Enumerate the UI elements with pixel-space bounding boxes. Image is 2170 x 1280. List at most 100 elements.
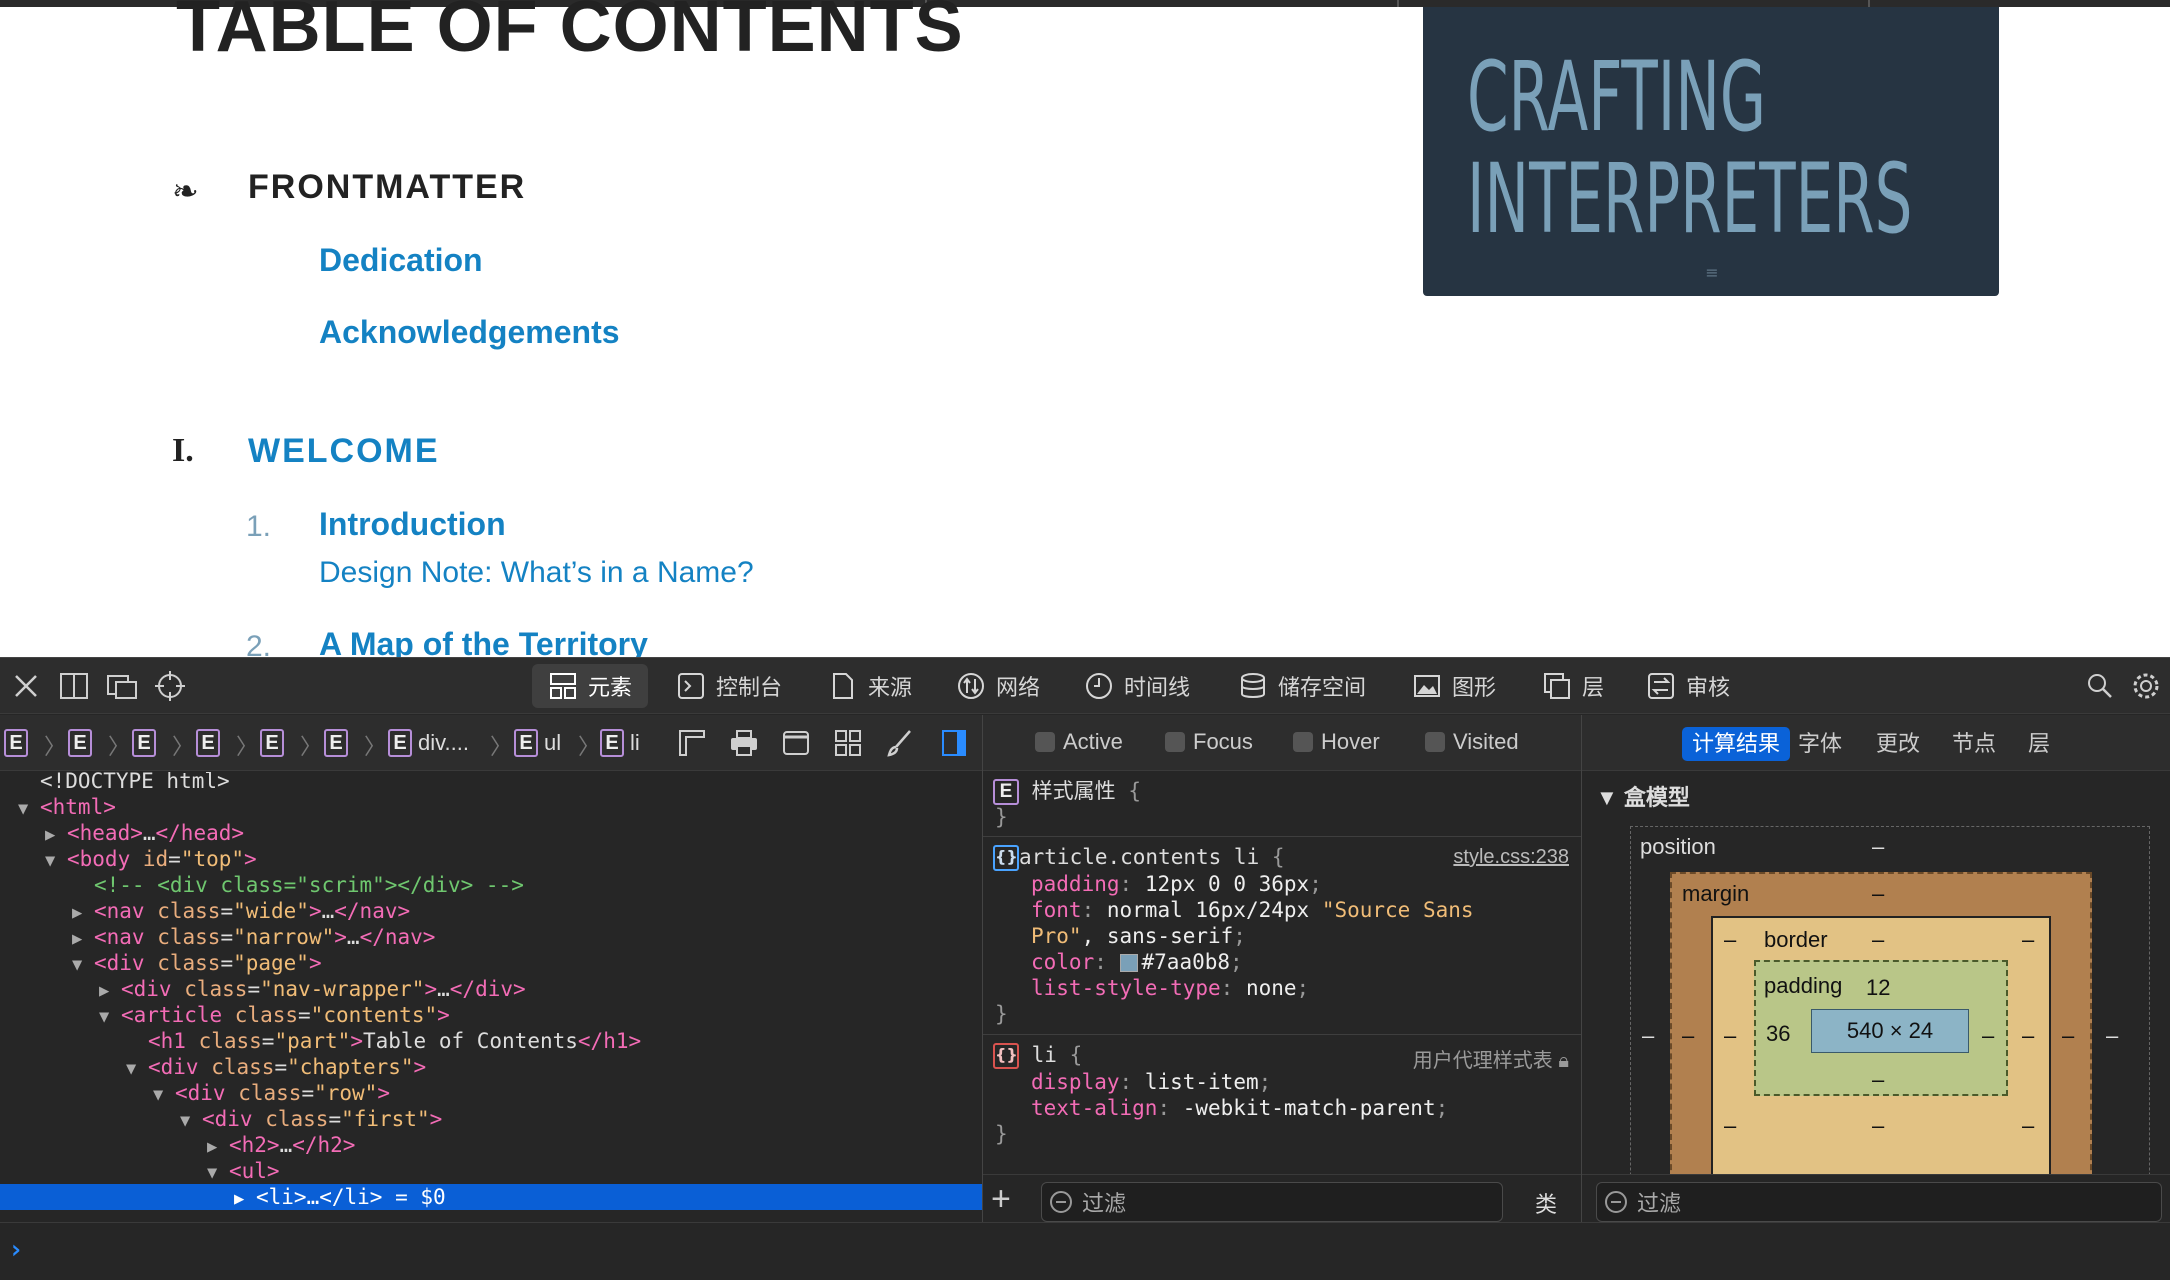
dom-node[interactable]: ▼ <article class="contents"> <box>0 1002 982 1028</box>
close-icon[interactable] <box>8 668 44 704</box>
expand-triangle-icon[interactable]: ▶ <box>72 900 94 926</box>
dom-node[interactable]: <!-- <div class="scrim"></div> --> <box>0 872 982 898</box>
rule-selector: article.contents li <box>1019 845 1260 869</box>
collapse-triangle-icon[interactable]: ▼ <box>153 1082 175 1108</box>
dom-node[interactable]: ▼ <ul> <box>0 1158 982 1184</box>
filter-placeholder: 过滤 <box>1082 1191 1127 1216</box>
add-rule-button[interactable]: + <box>991 1181 1011 1217</box>
tab-computed[interactable]: 计算结果 <box>1682 727 1791 761</box>
link-acknowledgements[interactable]: Acknowledgements <box>319 314 620 351</box>
checkbox-hover[interactable]: Hover <box>1293 729 1380 755</box>
collapse-triangle-icon[interactable]: ▼ <box>45 848 67 874</box>
padding-bottom-value[interactable]: – <box>1872 1067 1884 1093</box>
padding-left-value[interactable]: 36 <box>1766 1021 1790 1047</box>
tab-timelines[interactable]: 时间线 <box>1068 664 1206 708</box>
dom-node[interactable]: ▶<li>…</li> <box>0 1210 982 1212</box>
compositing-icon[interactable] <box>780 727 812 759</box>
tab-layers-sidebar[interactable]: 层 <box>2018 727 2060 761</box>
collapse-triangle-icon[interactable]: ▼ <box>207 1160 229 1186</box>
dom-token: … <box>142 821 156 845</box>
padding-top-value[interactable]: 12 <box>1866 975 1890 1001</box>
breadcrumb-item[interactable]: E <box>324 729 348 757</box>
collapse-triangle-icon[interactable]: ▼ <box>99 1004 121 1030</box>
link-dedication[interactable]: Dedication <box>319 242 483 279</box>
dom-node[interactable]: ▼ <body id="top"> <box>0 846 982 872</box>
dom-node[interactable]: ▶ <h2>…</h2> <box>0 1132 982 1158</box>
box-model-section-header[interactable]: ▼ 盒模型 <box>1596 780 1690 812</box>
rule-source-link[interactable]: style.css:238 <box>1453 846 1569 869</box>
gear-icon[interactable] <box>2128 668 2164 704</box>
tab-node[interactable]: 节点 <box>1942 727 2006 761</box>
breadcrumb-item[interactable]: E <box>260 729 284 757</box>
part-welcome-link[interactable]: WELCOME <box>248 432 440 471</box>
search-icon[interactable] <box>2082 668 2118 704</box>
prop-padding-value[interactable]: 12px 0 0 36px <box>1145 872 1309 896</box>
breadcrumb-label: div.... <box>418 730 469 755</box>
color-swatch[interactable] <box>1119 954 1138 972</box>
breadcrumb-item[interactable]: E <box>132 729 156 757</box>
checkbox-active[interactable]: Active <box>1035 729 1123 755</box>
expand-triangle-icon[interactable]: ▶ <box>234 1186 256 1212</box>
dom-node-selected[interactable]: ▶ <li>…</li> = $0 <box>0 1184 982 1210</box>
dom-node[interactable]: ▼ <div class="chapters"> <box>0 1054 982 1080</box>
tab-graphics[interactable]: 图形 <box>1396 664 1512 708</box>
link-introduction[interactable]: Introduction <box>319 506 506 543</box>
tab-storage[interactable]: 储存空间 <box>1222 664 1382 708</box>
breadcrumb-item-li[interactable]: Eli <box>600 729 640 757</box>
dom-node[interactable]: ▶ <div class="nav-wrapper">…</div> <box>0 976 982 1002</box>
print-icon[interactable] <box>728 727 760 759</box>
dom-node[interactable]: ▼ <div class="first"> <box>0 1106 982 1132</box>
collapse-triangle-icon[interactable]: ▼ <box>72 952 94 978</box>
expand-triangle-icon[interactable]: ▶ <box>99 978 121 1004</box>
computed-filter-input[interactable]: 过滤 <box>1596 1182 2162 1222</box>
link-map-of-territory[interactable]: A Map of the Territory <box>319 626 648 657</box>
breadcrumb-item[interactable]: E <box>196 729 220 757</box>
tab-changes[interactable]: 更改 <box>1866 727 1930 761</box>
tab-sources[interactable]: 来源 <box>812 664 928 708</box>
prop-font-value[interactable]: normal 16px/24px <box>1107 898 1322 922</box>
console-prompt-bar[interactable]: › <box>0 1222 2170 1280</box>
element-picker-icon[interactable] <box>152 668 188 704</box>
collapse-triangle-icon[interactable]: ▼ <box>126 1056 148 1082</box>
checkbox-focus[interactable]: Focus <box>1165 729 1253 755</box>
tab-elements[interactable]: 元素 <box>532 664 649 708</box>
collapse-triangle-icon[interactable]: ▼ <box>180 1108 202 1134</box>
rulers-icon[interactable] <box>676 727 708 759</box>
dom-node[interactable]: ▼ <div class="row"> <box>0 1080 982 1106</box>
tab-console[interactable]: 控制台 <box>660 664 798 708</box>
paintbrush-icon[interactable] <box>884 727 916 759</box>
expand-triangle-icon[interactable]: ▶ <box>207 1134 229 1160</box>
dom-node[interactable]: <h1 class="part">Table of Contents</h1> <box>0 1028 982 1054</box>
tab-network[interactable]: 网络 <box>940 664 1056 708</box>
toggle-sidebar-icon[interactable] <box>938 727 970 759</box>
dom-node[interactable]: ▶ <nav class="wide">…</nav> <box>0 898 982 924</box>
breadcrumb-item-ul[interactable]: Eul <box>514 729 561 757</box>
tab-font[interactable]: 字体 <box>1788 727 1852 761</box>
menu-icon[interactable]: ≡ <box>1703 265 1721 281</box>
prop-list-style-value[interactable]: none <box>1246 976 1297 1000</box>
dom-node[interactable]: <!DOCTYPE html> <box>0 772 982 794</box>
undock-window-icon[interactable] <box>104 668 140 704</box>
checkbox-visited[interactable]: Visited <box>1425 729 1519 755</box>
tab-layers[interactable]: 层 <box>1526 664 1620 708</box>
expand-triangle-icon[interactable]: ▶ <box>72 926 94 952</box>
breadcrumb-item[interactable]: E <box>68 729 92 757</box>
dock-side-icon[interactable] <box>56 668 92 704</box>
site-banner[interactable]: CRAFTING INTERPRETERS ≡ <box>1423 7 1999 296</box>
dom-node[interactable]: ▶ <head>…</head> <box>0 820 982 846</box>
prop-color-value[interactable]: #7aa0b8 <box>1142 950 1231 974</box>
grid-overlay-icon[interactable] <box>832 727 864 759</box>
collapse-triangle-icon[interactable]: ▼ <box>18 796 40 822</box>
breadcrumb-item[interactable]: E <box>4 729 28 757</box>
dom-node[interactable]: ▼ <html> <box>0 794 982 820</box>
link-design-note[interactable]: Design Note: What’s in a Name? <box>319 556 754 590</box>
breadcrumb-item-div[interactable]: Ediv.... <box>388 729 469 757</box>
dom-tree[interactable]: <!DOCTYPE html> ▼ <html> ▶ <head>…</head> ▼ <b… <box>0 772 982 1212</box>
expand-triangle-icon[interactable]: ▶ <box>45 822 67 848</box>
dom-node[interactable]: ▶ <nav class="narrow">…</nav> <box>0 924 982 950</box>
styles-filter-input[interactable]: 过滤 <box>1041 1182 1503 1222</box>
class-toggle-button[interactable]: 类 <box>1535 1187 1557 1219</box>
tab-audit[interactable]: 审核 <box>1630 664 1746 708</box>
dom-node[interactable]: ▼ <div class="page"> <box>0 950 982 976</box>
padding-right-value[interactable]: – <box>1982 1023 1994 1049</box>
